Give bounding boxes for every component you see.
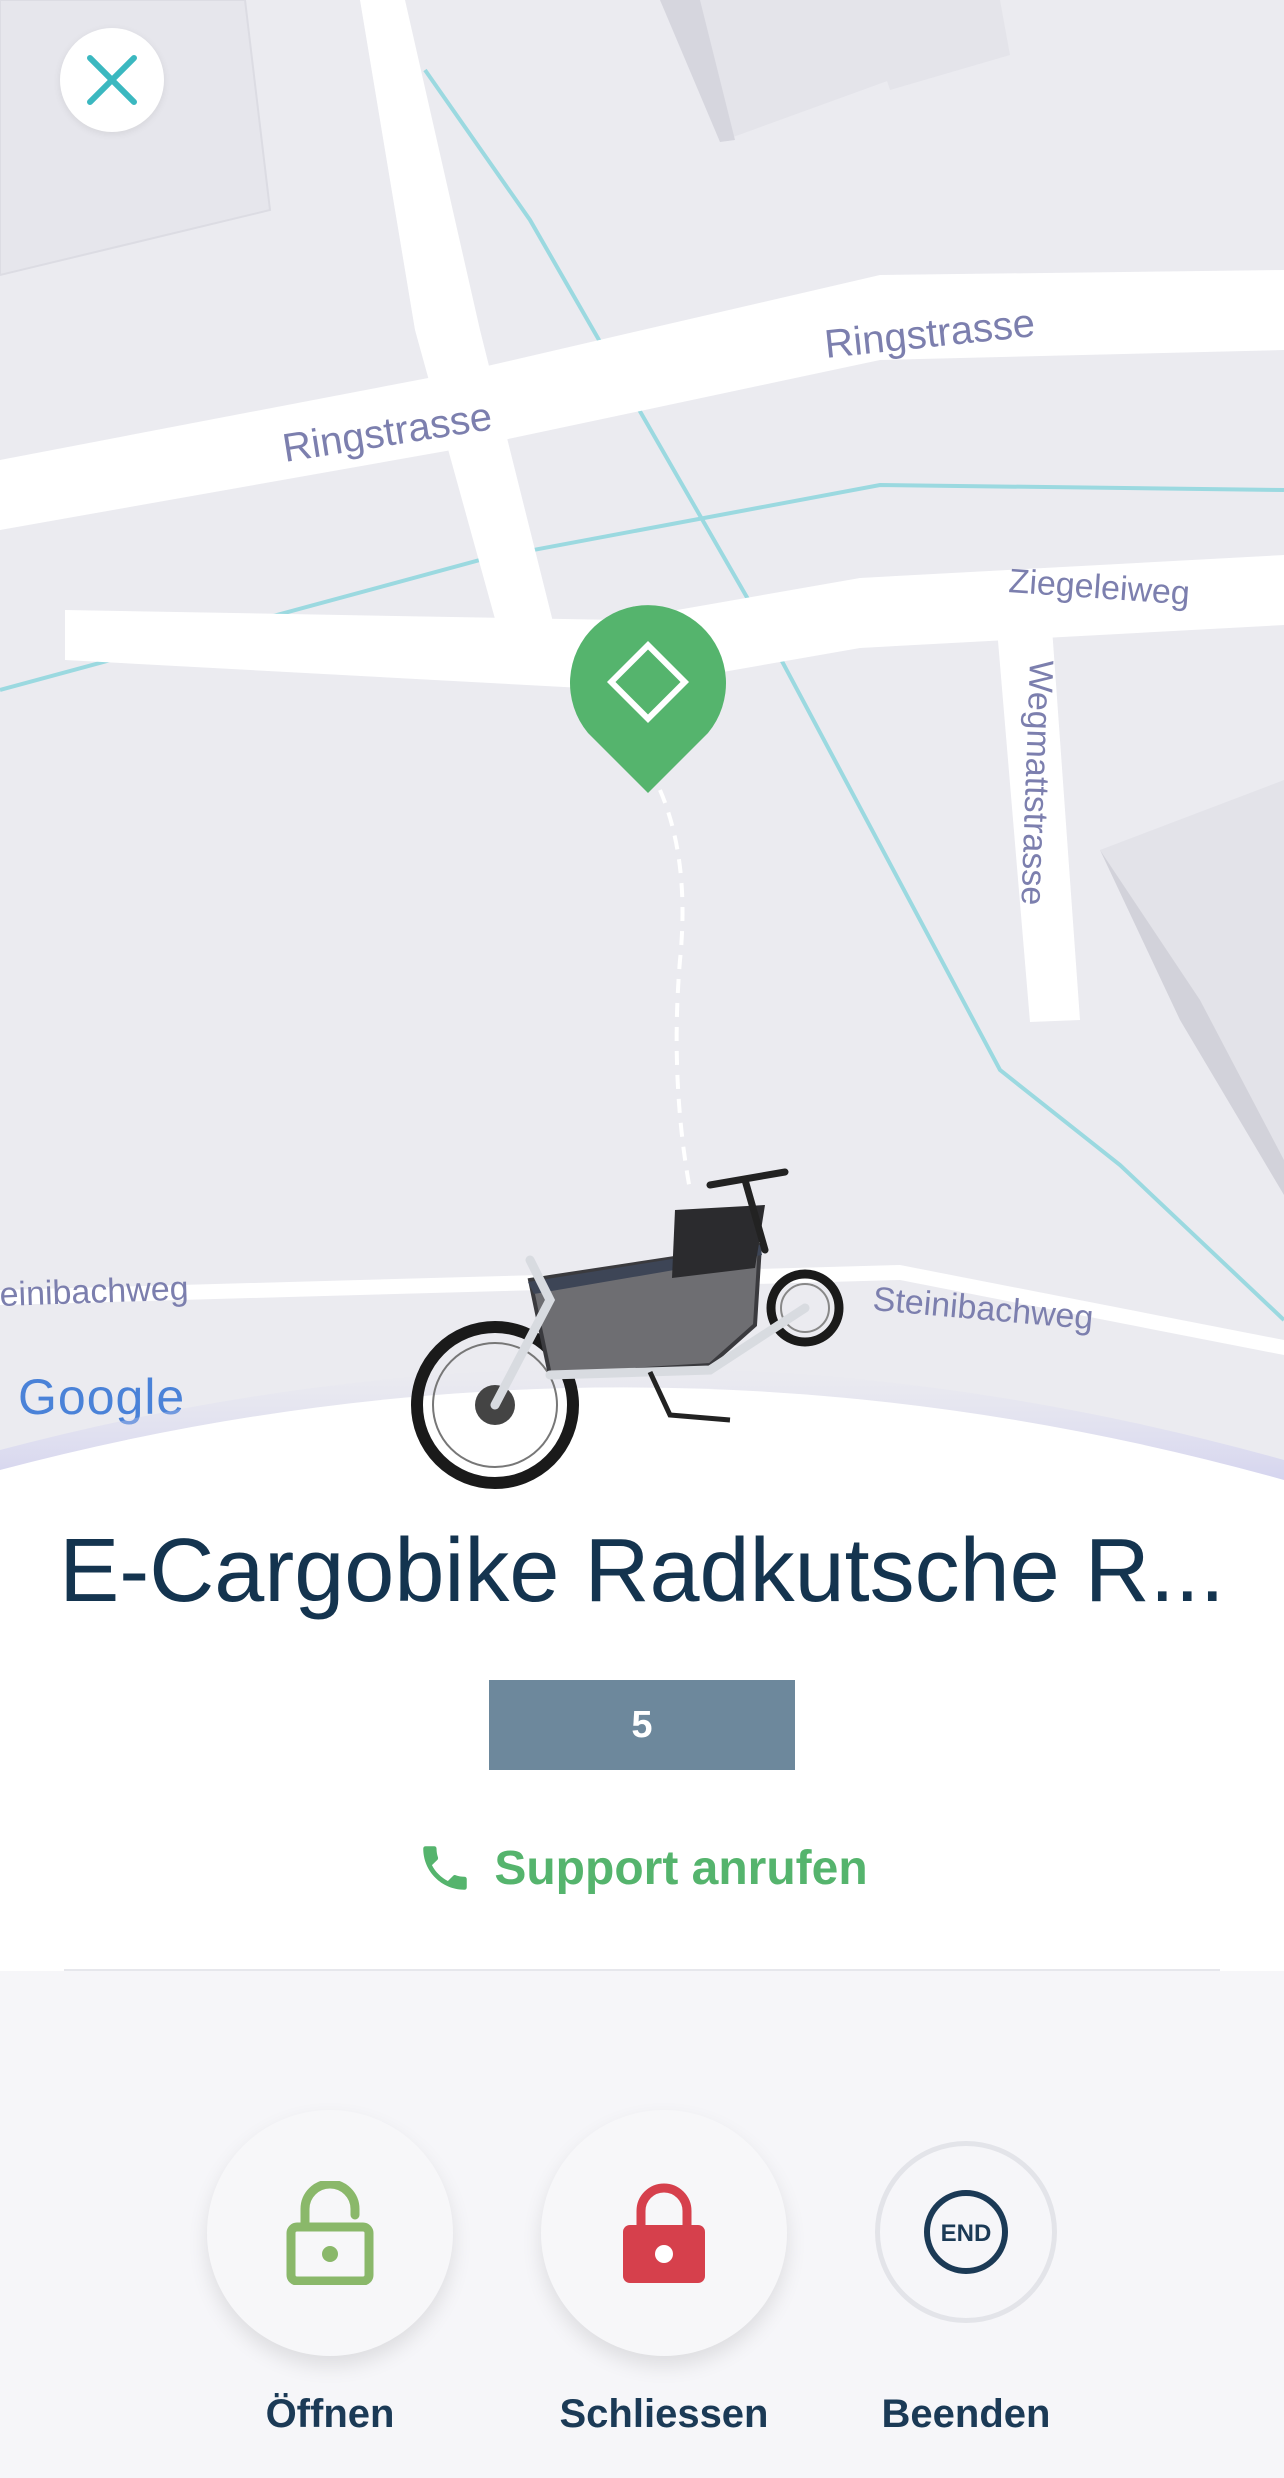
close-icon xyxy=(87,55,137,105)
lock-icon xyxy=(623,2183,705,2283)
end-label: Beenden xyxy=(881,2392,1051,2436)
end-button[interactable]: END xyxy=(875,2141,1057,2323)
cargo-bike-image xyxy=(411,1168,844,1489)
support-call-link[interactable]: Support anrufen xyxy=(0,1828,1284,1908)
close-button[interactable] xyxy=(60,28,164,132)
unlock-icon xyxy=(286,2181,374,2285)
vehicle-name: E-Cargobike Radkutsche R... xyxy=(59,1521,1225,1621)
support-label: Support anrufen xyxy=(494,1841,868,1895)
vehicle-number-badge: 5 xyxy=(489,1680,795,1770)
end-icon: END xyxy=(924,2190,1008,2274)
street-label-steinibachweg-left: einibachweg xyxy=(0,1269,189,1314)
phone-icon xyxy=(423,1846,468,1890)
open-label: Öffnen xyxy=(265,2392,395,2436)
close-lock-label: Schliessen xyxy=(559,2392,769,2436)
end-icon-text: END xyxy=(941,2220,992,2247)
close-lock-button[interactable] xyxy=(541,2110,787,2356)
open-button[interactable] xyxy=(207,2110,453,2356)
